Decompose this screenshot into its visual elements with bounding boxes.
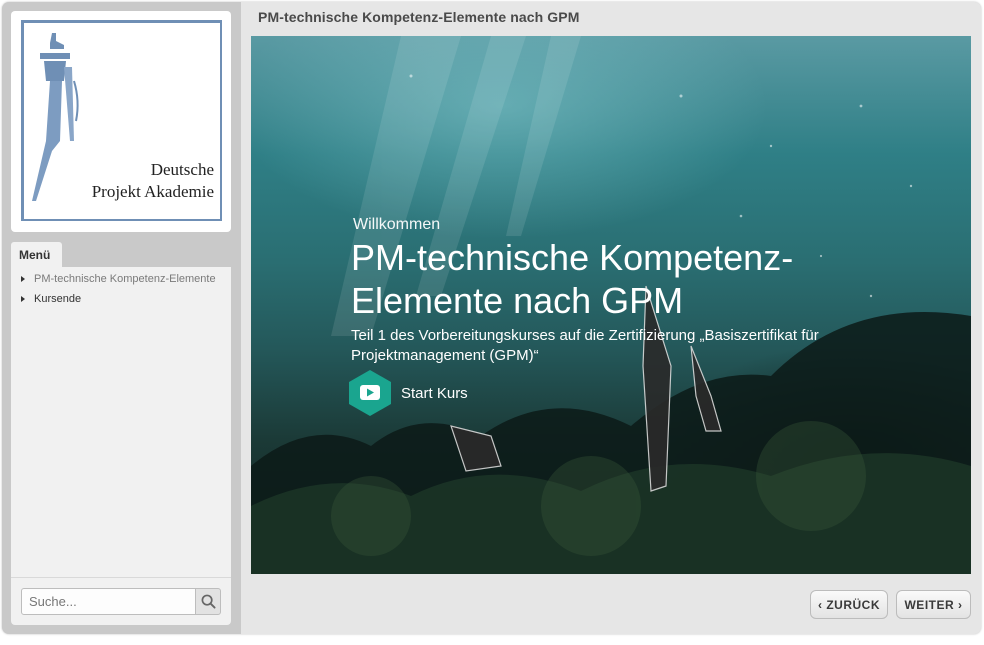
logo: Deutsche Projekt Akademie — [11, 11, 231, 232]
sidebar: Deutsche Projekt Akademie Menü PM-techni… — [2, 2, 241, 634]
menu-item-kursende[interactable]: Kursende — [11, 289, 231, 309]
slide-canvas: Willkommen PM-technische Kompetenz-Eleme… — [251, 36, 971, 574]
play-icon — [349, 370, 391, 416]
course-player: Deutsche Projekt Akademie Menü PM-techni… — [2, 2, 981, 634]
logo-line-1: Deutsche — [150, 160, 214, 179]
chevron-left-icon: ‹ — [817, 597, 823, 612]
next-button[interactable]: WEITER › — [896, 590, 971, 619]
prev-button[interactable]: ‹ ZURÜCK — [810, 590, 888, 619]
menu-tab[interactable]: Menü — [11, 242, 62, 267]
course-title: PM-technische Kompetenz-Elemente nach GP… — [351, 237, 794, 321]
start-course-button[interactable]: Start Kurs — [349, 370, 468, 416]
menu-item-label: Kursende — [34, 293, 82, 305]
lighthouse-icon — [32, 33, 79, 201]
logo-frame: Deutsche Projekt Akademie — [21, 20, 222, 221]
next-label: WEITER — [904, 597, 955, 612]
navigation-bar: ‹ ZURÜCK WEITER › — [241, 582, 981, 632]
welcome-label: Willkommen — [353, 216, 441, 233]
slide-text-block: Willkommen PM-technische Kompetenz-Eleme… — [351, 216, 861, 366]
chevron-right-icon: › — [958, 597, 963, 612]
page-title: PM-technische Kompetenz-Elemente nach GP… — [258, 9, 580, 25]
menu-item-pm-kompetenz[interactable]: PM-technische Kompetenz-Elemente — [11, 269, 231, 289]
search-button[interactable] — [195, 588, 221, 615]
logo-line-2: Projekt Akademie — [91, 182, 214, 201]
start-course-label: Start Kurs — [401, 384, 468, 402]
logo-text: Deutsche Projekt Akademie — [92, 159, 214, 203]
caret-right-icon — [21, 296, 25, 302]
menu-item-label: PM-technische Kompetenz-Elemente — [34, 273, 216, 285]
course-subtitle: Teil 1 des Vorbereitungskurses auf die Z… — [351, 327, 819, 364]
menu-panel: PM-technische Kompetenz-Elemente Kursend… — [11, 267, 231, 577]
prev-label: ZURÜCK — [826, 597, 880, 612]
caret-right-icon — [21, 276, 25, 282]
search-icon — [201, 594, 216, 609]
search-area — [11, 577, 231, 625]
main-area: PM-technische Kompetenz-Elemente nach GP… — [241, 2, 981, 634]
search-input[interactable] — [21, 588, 196, 615]
